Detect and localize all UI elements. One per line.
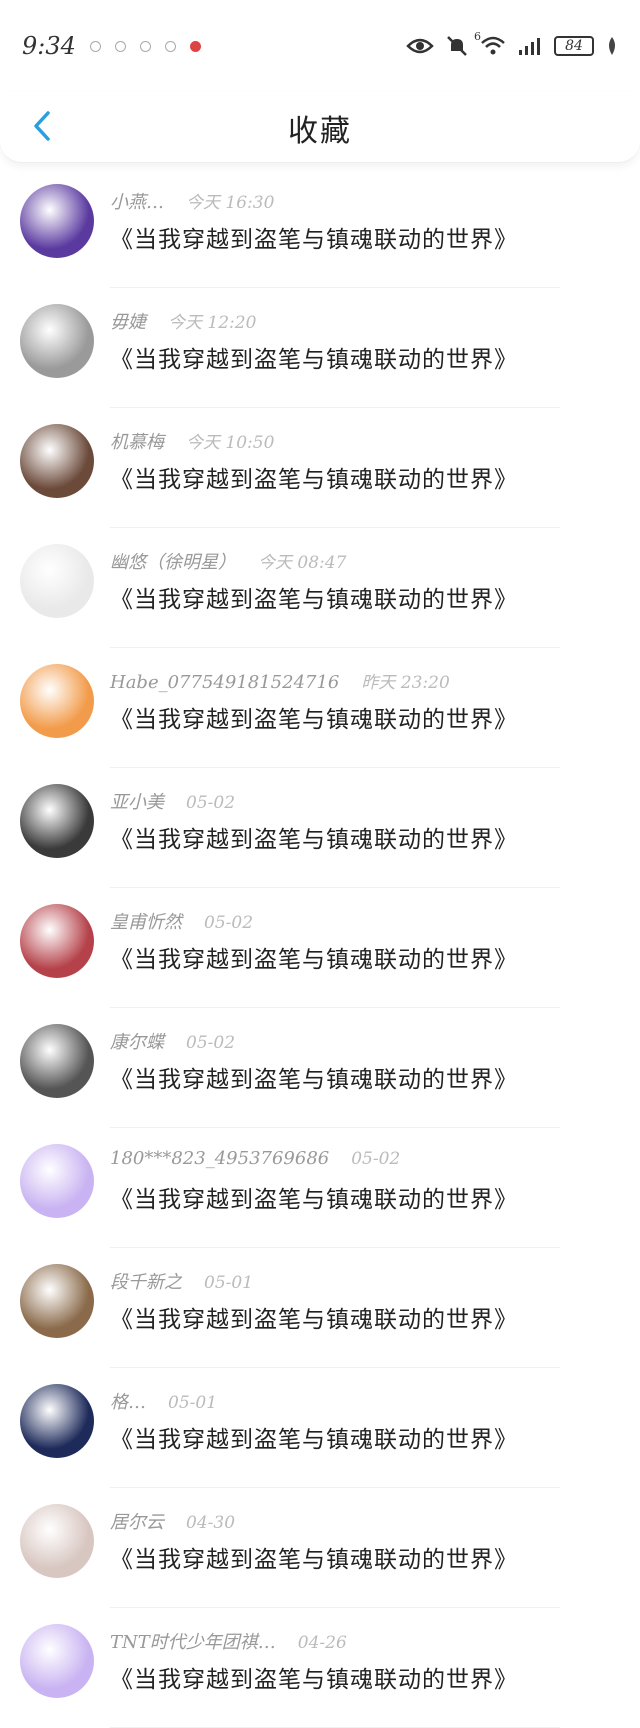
favorite-title[interactable]: 《当我穿越到盗笔与镇魂联动的世界》: [110, 940, 518, 974]
wifi-indicator: 6: [474, 30, 506, 56]
avatar[interactable]: [20, 304, 94, 378]
user-name[interactable]: TNT时代少年团祺…: [110, 1628, 276, 1654]
timestamp: 05-02: [204, 913, 254, 933]
timestamp: 今天 10:50: [186, 433, 275, 453]
favorite-title[interactable]: 《当我穿越到盗笔与镇魂联动的世界》: [110, 220, 518, 254]
status-right: 6 84: [406, 30, 618, 57]
timestamp: 昨天 23:20: [361, 673, 450, 693]
favorite-title[interactable]: 《当我穿越到盗笔与镇魂联动的世界》: [110, 1660, 518, 1694]
page-title: 收藏: [288, 114, 352, 149]
favorite-title[interactable]: 《当我穿越到盗笔与镇魂联动的世界》: [110, 1420, 518, 1454]
item-meta: 毋婕 今天 12:20: [110, 308, 256, 334]
favorite-title[interactable]: 《当我穿越到盗笔与镇魂联动的世界》: [110, 460, 518, 494]
item-meta: Habe_077549181524716 昨天 23:20: [110, 668, 450, 693]
avatar[interactable]: [20, 1024, 94, 1098]
mute-bell-icon: [447, 36, 467, 56]
favorite-title[interactable]: 《当我穿越到盗笔与镇魂联动的世界》: [110, 340, 518, 374]
timestamp: 04-26: [297, 1633, 347, 1653]
list-item[interactable]: TNT时代少年团祺… 04-26 《当我穿越到盗笔与镇魂联动的世界》: [0, 1608, 640, 1728]
top-nav-bar: 收藏: [0, 92, 640, 163]
avatar[interactable]: [20, 1264, 94, 1338]
avatar[interactable]: [20, 1624, 94, 1698]
favorites-list: 小燕… 今天 16:30 《当我穿越到盗笔与镇魂联动的世界》 毋婕 今天 12:20 《当…: [0, 168, 640, 1728]
notification-icon: [164, 40, 176, 52]
notification-icon: [89, 40, 101, 52]
user-name[interactable]: 毋婕: [110, 308, 146, 334]
item-meta: 亚小美 05-02: [110, 788, 235, 814]
avatar[interactable]: [20, 664, 94, 738]
favorite-title[interactable]: 《当我穿越到盗笔与镇魂联动的世界》: [110, 820, 518, 854]
item-meta: TNT时代少年团祺… 04-26: [110, 1628, 347, 1654]
user-name[interactable]: 段千新之: [110, 1268, 182, 1294]
notification-icon: [189, 40, 201, 52]
avatar[interactable]: [20, 1144, 94, 1218]
item-meta: 小燕… 今天 16:30: [110, 188, 274, 214]
list-item[interactable]: 毋婕 今天 12:20 《当我穿越到盗笔与镇魂联动的世界》: [0, 288, 640, 408]
timestamp: 04-30: [186, 1513, 236, 1533]
favorite-title[interactable]: 《当我穿越到盗笔与镇魂联动的世界》: [110, 1540, 518, 1574]
user-name[interactable]: 180***823_4953769686: [110, 1148, 329, 1169]
favorite-title[interactable]: 《当我穿越到盗笔与镇魂联动的世界》: [110, 1180, 518, 1214]
user-name[interactable]: 居尔云: [110, 1508, 164, 1534]
user-name[interactable]: 机慕梅: [110, 428, 164, 454]
user-name[interactable]: 格…: [110, 1388, 146, 1414]
battery-indicator: 84: [554, 36, 594, 56]
list-item[interactable]: 居尔云 04-30 《当我穿越到盗笔与镇魂联动的世界》: [0, 1488, 640, 1608]
item-meta: 段千新之 05-01: [110, 1268, 253, 1294]
list-item[interactable]: 幽悠（徐明星） 今天 08:47 《当我穿越到盗笔与镇魂联动的世界》: [0, 528, 640, 648]
item-meta: 皇甫忻然 05-02: [110, 908, 253, 934]
avatar[interactable]: [20, 1504, 94, 1578]
list-item[interactable]: Habe_077549181524716 昨天 23:20 《当我穿越到盗笔与镇魂联…: [0, 648, 640, 768]
leaf-icon: [609, 37, 615, 55]
avatar[interactable]: [20, 904, 94, 978]
status-bar: 9:34 6 84: [0, 0, 640, 92]
favorite-title[interactable]: 《当我穿越到盗笔与镇魂联动的世界》: [110, 700, 518, 734]
timestamp: 05-02: [186, 1033, 236, 1053]
signal-icon: [519, 38, 540, 55]
user-name[interactable]: Habe_077549181524716: [110, 672, 339, 693]
timestamp: 05-02: [351, 1149, 401, 1169]
item-meta: 康尔蝶 05-02: [110, 1028, 235, 1054]
list-item[interactable]: 格… 05-01 《当我穿越到盗笔与镇魂联动的世界》: [0, 1368, 640, 1488]
user-name[interactable]: 亚小美: [110, 788, 164, 814]
user-name[interactable]: 康尔蝶: [110, 1028, 164, 1054]
favorite-title[interactable]: 《当我穿越到盗笔与镇魂联动的世界》: [110, 1300, 518, 1334]
item-meta: 格… 05-01: [110, 1388, 217, 1414]
favorite-title[interactable]: 《当我穿越到盗笔与镇魂联动的世界》: [110, 580, 518, 614]
avatar[interactable]: [20, 544, 94, 618]
timestamp: 05-01: [168, 1393, 218, 1413]
item-meta: 居尔云 04-30: [110, 1508, 235, 1534]
favorite-title[interactable]: 《当我穿越到盗笔与镇魂联动的世界》: [110, 1060, 518, 1094]
list-item[interactable]: 皇甫忻然 05-02 《当我穿越到盗笔与镇魂联动的世界》: [0, 888, 640, 1008]
notification-icon: [139, 40, 151, 52]
timestamp: 今天 08:47: [258, 553, 347, 573]
avatar[interactable]: [20, 184, 94, 258]
item-meta: 180***823_4953769686 05-02: [110, 1148, 400, 1169]
item-meta: 机慕梅 今天 10:50: [110, 428, 274, 454]
avatar[interactable]: [20, 1384, 94, 1458]
list-item[interactable]: 180***823_4953769686 05-02 《当我穿越到盗笔与镇魂联动的世…: [0, 1128, 640, 1248]
list-item[interactable]: 小燕… 今天 16:30 《当我穿越到盗笔与镇魂联动的世界》: [0, 168, 640, 288]
timestamp: 今天 12:20: [168, 313, 257, 333]
avatar[interactable]: [20, 424, 94, 498]
timestamp: 05-02: [186, 793, 236, 813]
list-item[interactable]: 亚小美 05-02 《当我穿越到盗笔与镇魂联动的世界》: [0, 768, 640, 888]
wifi-icon: [481, 36, 505, 55]
list-item[interactable]: 康尔蝶 05-02 《当我穿越到盗笔与镇魂联动的世界》: [0, 1008, 640, 1128]
list-item[interactable]: 机慕梅 今天 10:50 《当我穿越到盗笔与镇魂联动的世界》: [0, 408, 640, 528]
notification-icon: [114, 40, 126, 52]
list-item[interactable]: 段千新之 05-01 《当我穿越到盗笔与镇魂联动的世界》: [0, 1248, 640, 1368]
eye-icon: [406, 38, 434, 54]
timestamp: 05-01: [204, 1273, 254, 1293]
user-name[interactable]: 小燕…: [110, 188, 164, 214]
timestamp: 今天 16:30: [186, 193, 275, 213]
item-meta: 幽悠（徐明星） 今天 08:47: [110, 548, 346, 574]
wifi-badge: 6: [474, 30, 481, 43]
status-left: 9:34: [22, 32, 201, 60]
user-name[interactable]: 皇甫忻然: [110, 908, 182, 934]
avatar[interactable]: [20, 784, 94, 858]
status-time: 9:34: [22, 32, 76, 60]
user-name[interactable]: 幽悠（徐明星）: [110, 548, 236, 574]
